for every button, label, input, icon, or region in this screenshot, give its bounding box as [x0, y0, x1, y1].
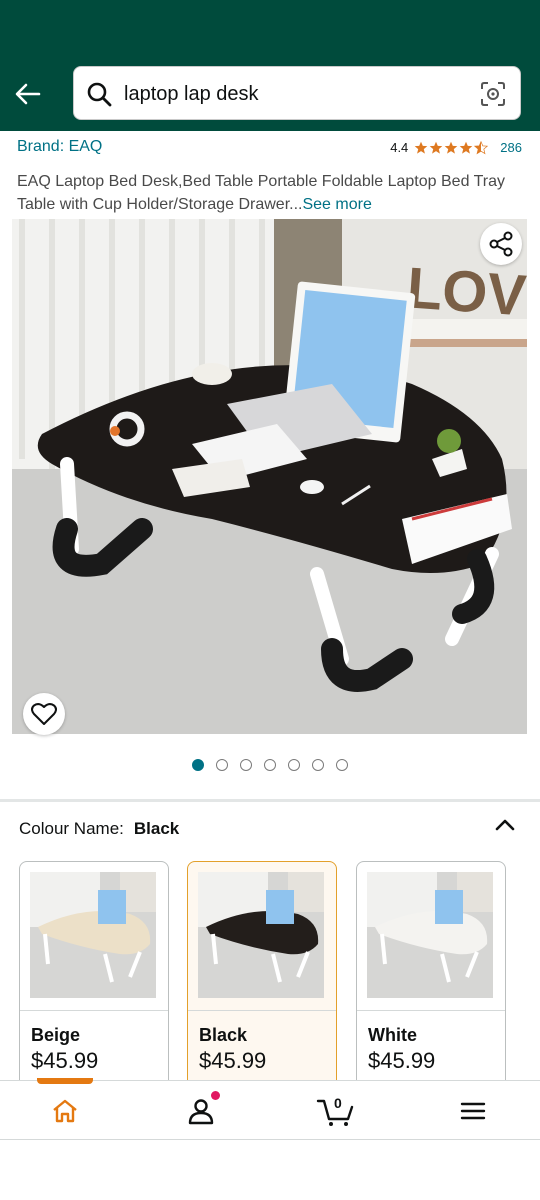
colour-option-black[interactable]: Black $45.99 — [187, 861, 337, 1091]
star-half-icon — [474, 140, 489, 154]
carousel-indicator — [0, 759, 540, 771]
see-more-link[interactable]: See more — [302, 196, 371, 213]
swatch-name: Beige — [31, 1025, 81, 1045]
back-button[interactable] — [10, 76, 46, 112]
colour-label-text: Colour Name: — [19, 819, 124, 838]
swatch-name: White — [368, 1025, 417, 1045]
rating-summary[interactable]: 4.4 286 — [390, 140, 522, 155]
star-rating — [414, 140, 489, 155]
nav-account[interactable] — [151, 1081, 251, 1141]
nav-home[interactable] — [15, 1081, 115, 1141]
carousel-dot[interactable] — [216, 759, 228, 771]
nav-menu[interactable] — [423, 1081, 523, 1141]
swatch-divider — [357, 1010, 505, 1011]
colour-selector-label: Colour Name: Black — [19, 819, 179, 839]
star-full-icon — [444, 141, 458, 154]
star-full-icon — [414, 141, 428, 154]
share-icon — [489, 231, 513, 257]
rating-count: 286 — [500, 140, 522, 155]
product-photo: LOVE — [12, 219, 527, 734]
search-input[interactable]: laptop lap desk — [73, 66, 521, 120]
menu-icon — [460, 1102, 486, 1120]
bottom-navigation: 0 — [0, 1080, 540, 1140]
swatch-image-white — [367, 872, 493, 998]
star-full-icon — [429, 141, 443, 154]
swatch-image-black — [198, 872, 324, 998]
share-button[interactable] — [480, 223, 522, 265]
product-title-text: EAQ Laptop Bed Desk,Bed Table Portable F… — [17, 173, 506, 213]
section-divider — [0, 799, 540, 802]
swatch-price: $45.99 — [368, 1048, 436, 1073]
brand-link[interactable]: Brand: EAQ — [17, 138, 102, 156]
carousel-dot[interactable] — [288, 759, 300, 771]
nav-cart[interactable]: 0 — [286, 1081, 386, 1141]
carousel-dot[interactable] — [240, 759, 252, 771]
product-title: EAQ Laptop Bed Desk,Bed Table Portable F… — [17, 170, 525, 216]
carousel-dot[interactable] — [264, 759, 276, 771]
star-full-icon — [459, 141, 473, 154]
search-icon — [87, 82, 112, 107]
home-icon — [53, 1099, 77, 1123]
active-tab-indicator — [37, 1078, 93, 1084]
heart-icon — [31, 703, 57, 725]
product-image[interactable]: LOVE — [12, 219, 527, 734]
selected-colour: Black — [133, 819, 180, 838]
camera-search-icon[interactable] — [480, 81, 506, 107]
person-icon — [188, 1099, 214, 1125]
swatch-price: $45.99 — [199, 1048, 267, 1073]
swatch-name: Black — [199, 1025, 248, 1045]
swatch-price: $45.99 — [31, 1048, 99, 1073]
swatch-divider — [20, 1010, 168, 1011]
colour-option-white[interactable]: White $45.99 — [356, 861, 506, 1091]
carousel-dot[interactable] — [192, 759, 204, 771]
back-arrow-icon — [15, 83, 41, 105]
cart-count: 0 — [334, 1095, 342, 1111]
search-query: laptop lap desk — [124, 83, 259, 105]
swatch-image-beige — [30, 872, 156, 998]
chevron-up-icon[interactable] — [493, 813, 517, 837]
wishlist-button[interactable] — [23, 693, 65, 735]
notification-dot — [211, 1091, 220, 1100]
colour-option-beige[interactable]: Beige $45.99 — [19, 861, 169, 1091]
carousel-dot[interactable] — [336, 759, 348, 771]
swatch-divider — [188, 1010, 336, 1011]
rating-value: 4.4 — [390, 140, 409, 155]
carousel-dot[interactable] — [312, 759, 324, 771]
